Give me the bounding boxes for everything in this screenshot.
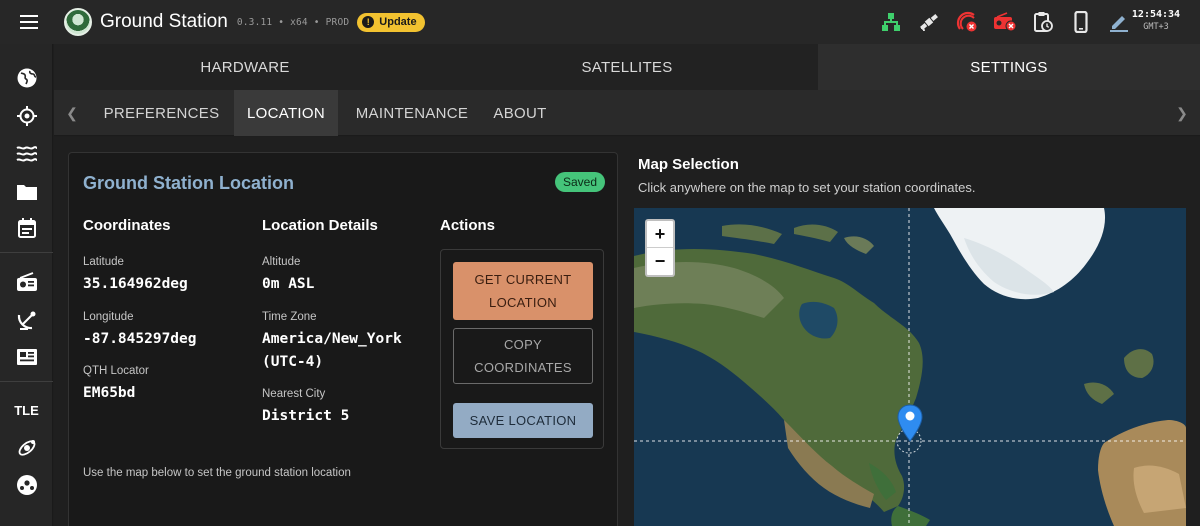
satellite-orbit-icon[interactable]	[0, 430, 53, 466]
button-label: GET CURRENT	[474, 272, 572, 287]
radio-off-icon[interactable]	[986, 0, 1024, 44]
button-label: COORDINATES	[474, 360, 572, 375]
chevron-right-icon[interactable]: ❯	[1164, 90, 1200, 136]
clipboard-clock-icon[interactable]	[1024, 0, 1062, 44]
latitude-label: Latitude	[83, 256, 124, 268]
helper-text: Use the map below to set the ground stat…	[83, 467, 351, 479]
calendar-icon[interactable]	[0, 210, 53, 246]
tab-about[interactable]: ABOUT	[486, 90, 554, 136]
altitude-value: 0m ASL	[262, 276, 315, 292]
sidebar-item-tle[interactable]: TLE	[0, 392, 53, 428]
sidebar: TLE	[0, 44, 53, 526]
nearest-city-label: Nearest City	[262, 388, 326, 400]
menu-icon[interactable]	[0, 0, 58, 44]
button-label: COPY	[503, 337, 543, 352]
save-location-button[interactable]: SAVE LOCATION	[453, 403, 593, 438]
status-badge: Saved	[555, 172, 606, 192]
satellite-icon[interactable]	[910, 0, 948, 44]
coordinates-heading: Coordinates	[83, 217, 171, 234]
radio-icon[interactable]	[0, 264, 53, 300]
sidebar-divider	[0, 381, 53, 382]
chevron-left-icon[interactable]: ❮	[54, 90, 90, 136]
app-logo	[64, 8, 92, 36]
update-label: Update	[379, 16, 417, 28]
map-title: Map Selection	[638, 156, 739, 173]
timezone-value: America/New_York (UTC-4)	[262, 328, 402, 374]
timezone-label: Time Zone	[262, 311, 317, 323]
tab-maintenance[interactable]: MAINTENANCE	[338, 90, 486, 136]
zoom-in-button[interactable]: +	[647, 221, 673, 248]
app-version: 0.3.11 • x64 • PROD	[236, 16, 350, 28]
soccer-ball-icon[interactable]	[0, 467, 53, 503]
qth-locator-label: QTH Locator	[83, 365, 149, 377]
tab-settings[interactable]: SETTINGS	[818, 44, 1200, 90]
phone-icon[interactable]	[1062, 0, 1100, 44]
zoom-control: + −	[645, 219, 675, 277]
longitude-label: Longitude	[83, 311, 134, 323]
update-button[interactable]: ! Update	[357, 12, 425, 32]
tle-label: TLE	[14, 402, 39, 418]
satellite-dish-icon[interactable]	[0, 302, 53, 338]
actions-heading: Actions	[440, 217, 496, 234]
waves-icon[interactable]	[0, 136, 53, 172]
timezone-offset: (UTC-4)	[262, 354, 324, 370]
location-map[interactable]: + −	[634, 208, 1186, 526]
clock: 12:54:34 GMT+3	[1128, 9, 1184, 32]
tab-hardware[interactable]: HARDWARE	[54, 44, 436, 90]
button-label: LOCATION	[489, 295, 557, 310]
folder-icon[interactable]	[0, 174, 53, 210]
satellite-off-icon[interactable]	[948, 0, 986, 44]
alert-icon: !	[362, 16, 375, 28]
location-details-heading: Location Details	[262, 217, 378, 234]
clock-timezone: GMT+3	[1143, 22, 1169, 32]
tab-preferences[interactable]: PREFERENCES	[90, 90, 233, 136]
globe-icon[interactable]	[0, 60, 53, 96]
longitude-value: -87.845297deg	[83, 331, 197, 347]
app-title: Ground Station	[100, 11, 228, 32]
nearest-city-value: District 5	[262, 408, 350, 424]
zoom-out-button[interactable]: −	[647, 248, 673, 275]
tab-satellites[interactable]: SATELLITES	[436, 44, 818, 90]
satellite-map-image	[634, 208, 1186, 526]
main-tabs: HARDWARE SATELLITES SETTINGS	[54, 44, 1200, 90]
network-tree-icon[interactable]	[872, 0, 910, 44]
latitude-value: 35.164962deg	[83, 276, 188, 292]
top-app-bar: Ground Station 0.3.11 • x64 • PROD ! Upd…	[0, 0, 1200, 44]
actions-group: GET CURRENT LOCATION COPY COORDINATES SA…	[440, 249, 604, 449]
sidebar-divider	[0, 252, 53, 253]
location-card: Ground Station Location Saved Coordinate…	[68, 152, 618, 526]
sub-tabs: ❮ PREFERENCES LOCATION MAINTENANCE ABOUT…	[54, 90, 1200, 136]
clock-time: 12:54:34	[1131, 9, 1181, 20]
location-marker-icon[interactable]	[897, 404, 923, 442]
altitude-label: Altitude	[262, 256, 301, 268]
get-current-location-button[interactable]: GET CURRENT LOCATION	[453, 262, 593, 320]
timezone-name: America/New_York	[262, 331, 402, 347]
map-subtitle: Click anywhere on the map to set your st…	[638, 180, 976, 195]
newspaper-icon[interactable]	[0, 339, 53, 375]
copy-coordinates-button[interactable]: COPY COORDINATES	[453, 328, 593, 384]
qth-locator-value: EM65bd	[83, 385, 136, 401]
location-settings-panel: Ground Station Location Saved Coordinate…	[54, 137, 1200, 526]
card-title: Ground Station Location	[83, 173, 294, 193]
tab-location[interactable]: LOCATION	[234, 90, 338, 136]
crosshair-icon[interactable]	[0, 98, 53, 134]
